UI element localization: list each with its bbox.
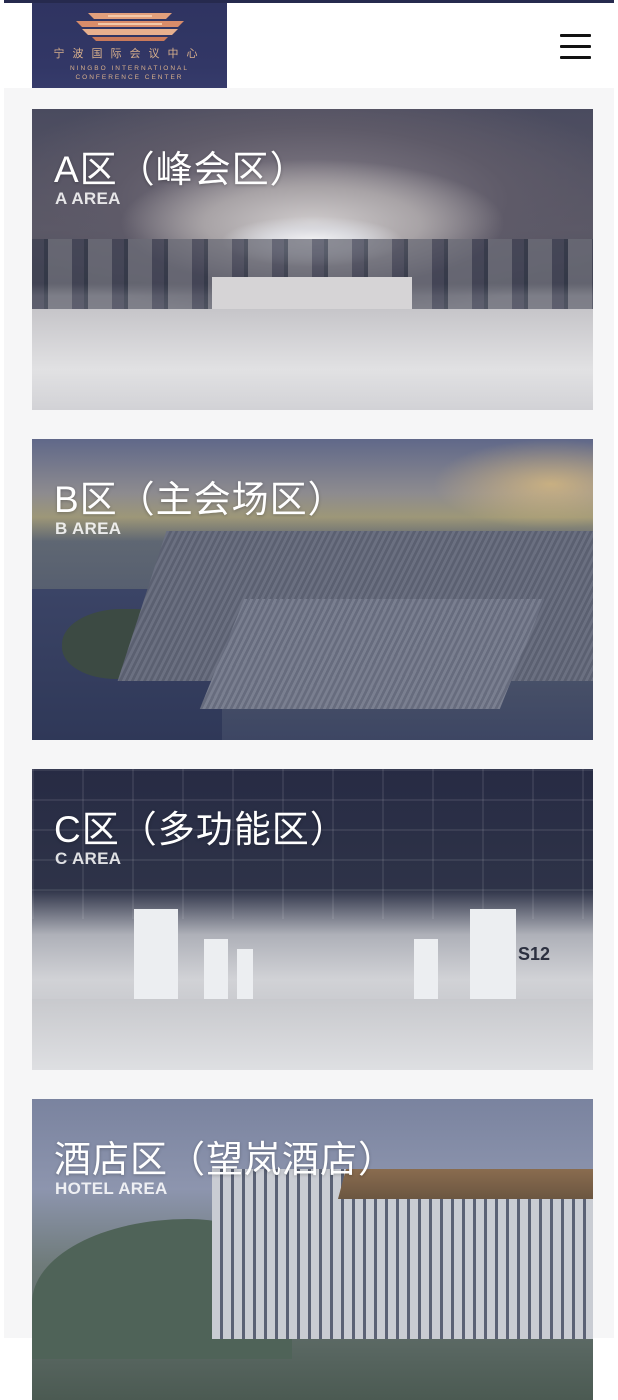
area-card-subtitle: A AREA [55,189,121,208]
area-card-b[interactable]: B区（主会场区） B AREA [32,439,593,740]
area-card-subtitle: B AREA [55,519,122,538]
area-card-title: 酒店区（望岚酒店） [54,1139,396,1180]
logo-english-line-1: NINGBO INTERNATIONAL [70,65,189,72]
hall-number-sign: S12 [518,944,551,964]
area-card-a[interactable]: A区（峰会区） A AREA [32,109,593,410]
logo-chinese-name: 宁波国际会议中心 [53,48,206,60]
area-card-c[interactable]: S12 C区（多功能区） C AREA [32,769,593,1070]
photo-detail [432,439,593,529]
logo-english-name: NINGBO INTERNATIONAL CONFERENCE CENTER [32,64,227,82]
area-card-hotel[interactable]: 酒店区（望岚酒店） HOTEL AREA [32,1099,593,1400]
photo-detail [199,599,545,709]
logo-english-line-2: CONFERENCE CENTER [75,74,184,81]
photo-detail [32,999,593,1070]
site-header: 宁波国际会议中心 NINGBO INTERNATIONAL CONFERENCE… [0,3,618,109]
area-card-subtitle: C AREA [55,849,122,868]
hamburger-menu-icon [560,45,591,48]
logo-emblem-icon [76,13,184,41]
area-card-subtitle: HOTEL AREA [55,1179,168,1198]
hamburger-menu-icon [560,56,591,59]
area-card-title: B区（主会场区） [54,479,346,520]
area-list: A区（峰会区） A AREA B区（主会场区） B AREA S12 C区（多功… [4,88,614,1400]
hamburger-menu-icon [560,34,591,37]
photo-detail [32,309,593,410]
menu-button[interactable] [556,31,596,61]
area-card-title: C区（多功能区） [54,809,348,850]
area-card-title: A区（峰会区） [54,149,308,190]
